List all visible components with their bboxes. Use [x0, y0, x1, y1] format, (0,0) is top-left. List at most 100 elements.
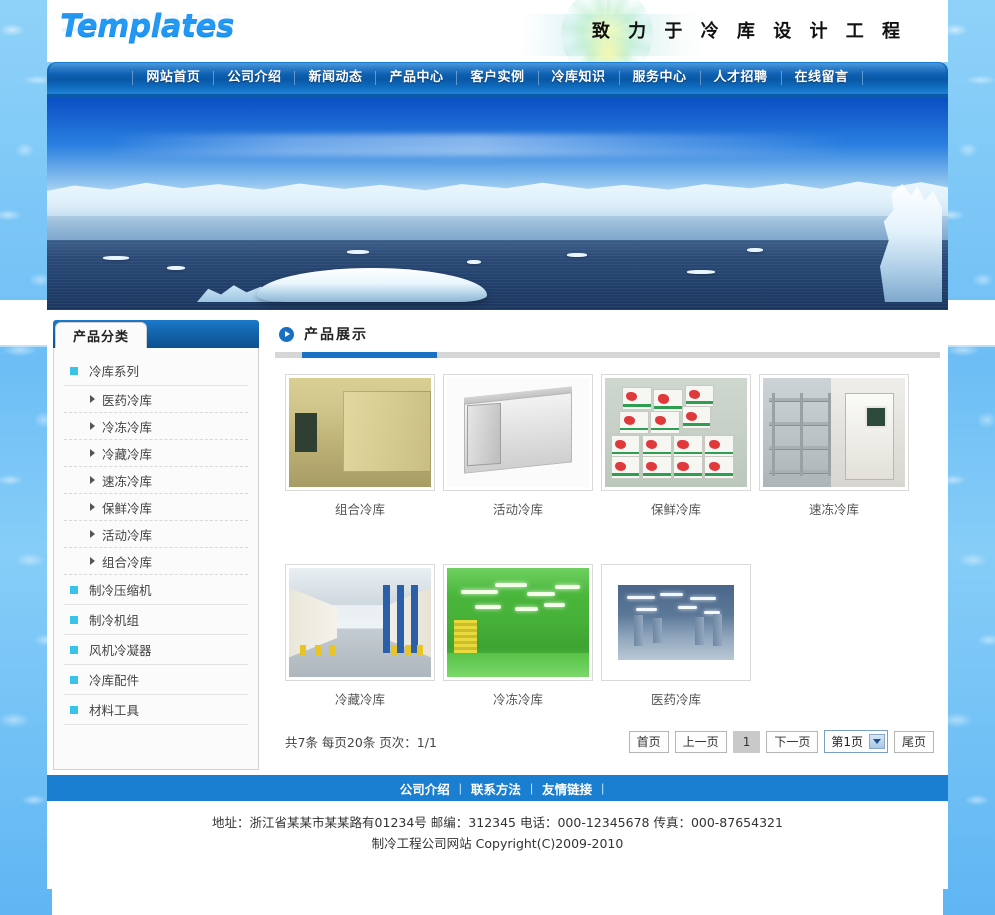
sidebar-subcategory-label: 冷藏冷库: [102, 446, 153, 462]
sidebar-category-label: 制冷压缩机: [89, 583, 152, 598]
grid-row-gap: [281, 518, 940, 564]
product-image-4: [289, 568, 431, 677]
sidebar-subcategory-label: 冷冻冷库: [102, 419, 153, 435]
header-slogan-graphic: 致 力 于 冷 库 设 计 工 程: [436, 0, 906, 62]
sidebar-subcategory-0-1[interactable]: 冷冻冷库: [64, 413, 248, 440]
product-image-6: [605, 568, 747, 677]
product-thumbnail-3[interactable]: [759, 374, 909, 491]
site-logo-reflection: Templates: [60, 7, 235, 36]
footer-link-1[interactable]: 联系方法: [462, 779, 530, 798]
sidebar-category-0[interactable]: 冷库系列: [64, 356, 248, 386]
banner-ice-floe: [347, 250, 369, 254]
nav-item-6[interactable]: 服务中心: [620, 71, 701, 85]
product-thumbnail-6[interactable]: [601, 564, 751, 681]
triangle-right-icon: [90, 476, 95, 484]
sidebar-subcategory-0-2[interactable]: 冷藏冷库: [64, 440, 248, 467]
product-thumbnail-1[interactable]: [443, 374, 593, 491]
product-caption-6[interactable]: 医药冷库: [597, 689, 755, 708]
content-area: 产品分类 冷库系列 医药冷库 冷冻冷库 冷藏冷库 速冻冷库 保鲜冷库 活动冷库 组合冷库 制冷压…: [47, 310, 948, 775]
bullet-square-icon: [70, 705, 78, 714]
page-select-value: 第1页: [831, 735, 863, 749]
product-cell-4: 冷藏冷库: [281, 564, 439, 708]
product-cell-1: 活动冷库: [439, 374, 597, 518]
sidebar-category-label: 风机冷凝器: [89, 643, 152, 658]
sidebar-category-1[interactable]: 制冷压缩机: [64, 575, 248, 605]
sidebar-subcategory-label: 组合冷库: [102, 554, 153, 570]
product-caption-1[interactable]: 活动冷库: [439, 499, 597, 518]
product-caption-2[interactable]: 保鲜冷库: [597, 499, 755, 518]
product-category-sidebar: 产品分类 冷库系列医药冷库冷冻冷库冷藏冷库速冻冷库保鲜冷库活动冷库组合冷库制冷压…: [53, 320, 259, 775]
first-page-button[interactable]: 首页: [628, 730, 669, 753]
sidebar-category-2[interactable]: 制冷机组: [64, 605, 248, 635]
nav-item-5[interactable]: 冷库知识: [539, 71, 620, 85]
bullet-square-icon: [70, 645, 78, 654]
sidebar-subcategory-0-4[interactable]: 保鲜冷库: [64, 494, 248, 521]
product-image-3: [763, 378, 905, 487]
product-image-1: [447, 378, 589, 487]
triangle-right-icon: [90, 395, 95, 403]
banner-ice-cliff-shadow: [47, 216, 948, 242]
nav-item-0[interactable]: 网站首页: [132, 71, 215, 85]
sidebar-subcategory-label: 保鲜冷库: [102, 500, 153, 516]
nav-item-3[interactable]: 产品中心: [376, 71, 458, 85]
triangle-right-icon: [90, 422, 95, 430]
banner-ice-floe: [103, 256, 129, 260]
sidebar-category-3[interactable]: 风机冷凝器: [64, 635, 248, 665]
banner-cloud: [107, 134, 847, 156]
nav-item-4[interactable]: 客户实例: [457, 71, 539, 85]
product-cell-0: 组合冷库: [281, 374, 439, 518]
sidebar-subcategory-0-6[interactable]: 组合冷库: [64, 548, 248, 575]
sidebar-category-label: 冷库配件: [89, 673, 140, 688]
product-caption-0[interactable]: 组合冷库: [281, 499, 439, 518]
sidebar-category-label: 冷库系列: [89, 364, 140, 379]
chevron-down-icon: [868, 734, 885, 749]
right-ice-texture-strip: [943, 0, 995, 915]
product-cell-3: 速冻冷库: [755, 374, 913, 518]
product-thumbnail-4[interactable]: [285, 564, 435, 681]
main-navigation: 网站首页 公司介绍 新闻动态 产品中心 客户实例 冷库知识 服务中心 人才招聘 在线留言: [47, 62, 948, 94]
sidebar-subcategory-label: 活动冷库: [102, 527, 153, 543]
product-thumbnail-2[interactable]: [601, 374, 751, 491]
tab-product-categories[interactable]: 产品分类: [55, 322, 147, 348]
pagination-controls: 首页 上一页 1 下一页 第1页 尾页: [623, 730, 934, 753]
product-caption-3[interactable]: 速冻冷库: [755, 499, 913, 518]
sidebar-category-label: 制冷机组: [89, 613, 140, 628]
last-page-button[interactable]: 尾页: [893, 730, 934, 753]
bullet-square-icon: [70, 585, 78, 594]
product-thumbnail-0[interactable]: [285, 374, 435, 491]
sidebar-category-4[interactable]: 冷库配件: [64, 665, 248, 695]
page-select-dropdown[interactable]: 第1页: [824, 730, 888, 753]
sidebar-subcategory-0-5[interactable]: 活动冷库: [64, 521, 248, 548]
footer-link-2[interactable]: 友情链接: [533, 779, 601, 798]
nav-item-2[interactable]: 新闻动态: [295, 71, 377, 85]
product-image-0: [289, 378, 431, 487]
product-grid: 组合冷库 活动冷库 保鲜冷库 速冻冷库冷藏冷库 冷冻冷库 医药冷库: [271, 358, 940, 708]
triangle-right-icon: [90, 557, 95, 565]
page-container: Templates Templates 致 力 于 冷 库 设 计 工 程 网站…: [47, 0, 948, 915]
left-ice-texture-strip: [0, 0, 52, 915]
product-cell-2: 保鲜冷库: [597, 374, 755, 518]
footer-link-0[interactable]: 公司介绍: [391, 779, 459, 798]
footer-link-bar: 公司介绍 | 联系方法 | 友情链接 |: [47, 775, 948, 801]
sidebar-subcategory-0-3[interactable]: 速冻冷库: [64, 467, 248, 494]
pagination-info: 共7条 每页20条 页次：1/1: [285, 735, 437, 750]
prev-page-button[interactable]: 上一页: [674, 730, 727, 753]
page-title: 产品展示: [304, 327, 368, 343]
product-caption-4[interactable]: 冷藏冷库: [281, 689, 439, 708]
section-header: 产品展示: [271, 320, 940, 348]
nav-item-7[interactable]: 人才招聘: [701, 71, 782, 85]
product-image-5: [447, 568, 589, 677]
next-page-button[interactable]: 下一页: [766, 730, 819, 753]
sidebar-tab-row: 产品分类: [53, 320, 259, 348]
banner-sea: [47, 240, 948, 310]
bullet-square-icon: [70, 675, 78, 684]
triangle-right-icon: [90, 530, 95, 538]
main-content: 产品展示 组合冷库 活动冷库 保鲜冷库 速冻冷库冷藏冷库 冷冻冷库 医药冷库 共7条 每页…: [271, 320, 940, 775]
product-thumbnail-5[interactable]: [443, 564, 593, 681]
nav-item-8[interactable]: 在线留言: [782, 71, 863, 85]
sidebar-category-5[interactable]: 材料工具: [64, 695, 248, 725]
sidebar-subcategory-label: 医药冷库: [102, 392, 153, 408]
nav-item-1[interactable]: 公司介绍: [214, 71, 296, 85]
sidebar-subcategory-0-0[interactable]: 医药冷库: [64, 386, 248, 413]
product-caption-5[interactable]: 冷冻冷库: [439, 689, 597, 708]
